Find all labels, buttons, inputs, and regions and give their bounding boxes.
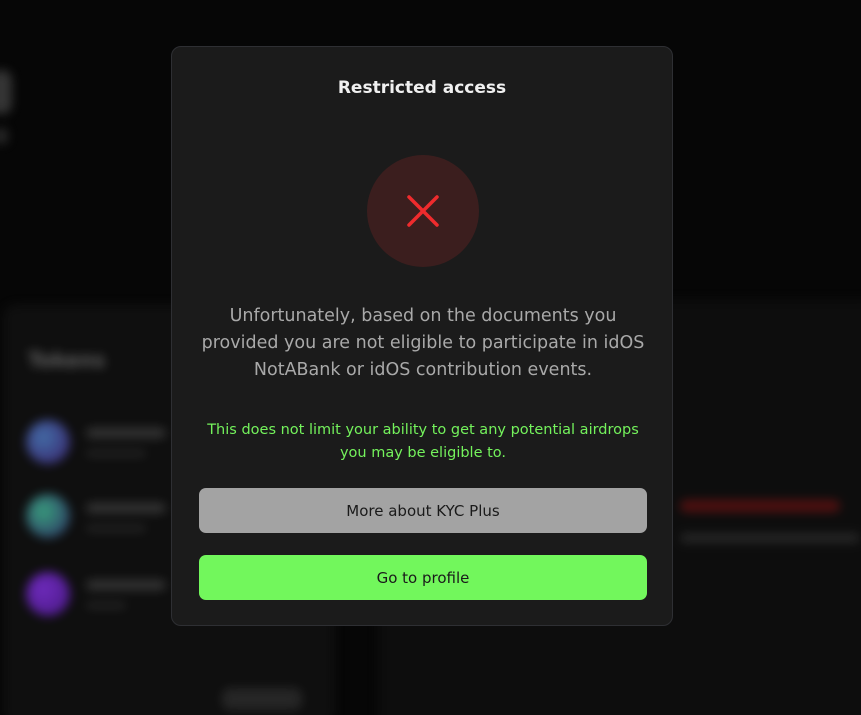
background-token-amount (86, 525, 146, 532)
background-token-name (86, 580, 166, 590)
background-token-amount (86, 602, 126, 609)
background-token-avatar (26, 494, 70, 538)
background-tokens-title: Tokens (28, 348, 106, 372)
close-x-icon (407, 195, 439, 227)
background-logo-mark (0, 128, 8, 144)
background-token-avatar (26, 420, 70, 464)
ineligibility-message: Unfortunately, based on the documents yo… (201, 306, 645, 380)
go-to-profile-button[interactable]: Go to profile (199, 555, 647, 600)
background-token-name (86, 428, 166, 438)
dialog-title: Restricted access (337, 78, 507, 98)
page: Tokens Restricted access Unfortunately, … (0, 0, 861, 715)
restricted-access-dialog: Restricted access Unfortunately, based o… (171, 46, 673, 626)
airdrop-note: This does not limit your ability to get … (207, 422, 639, 461)
background-token-amount (86, 450, 146, 457)
more-about-kyc-plus-button[interactable]: More about KYC Plus (199, 488, 647, 533)
background-warning-text (680, 500, 840, 512)
background-token-name (86, 503, 166, 513)
error-status-circle (367, 155, 479, 267)
background-button (222, 688, 302, 710)
background-detail-text (680, 533, 860, 543)
background-token-avatar (26, 572, 70, 616)
background-logo (0, 70, 12, 114)
